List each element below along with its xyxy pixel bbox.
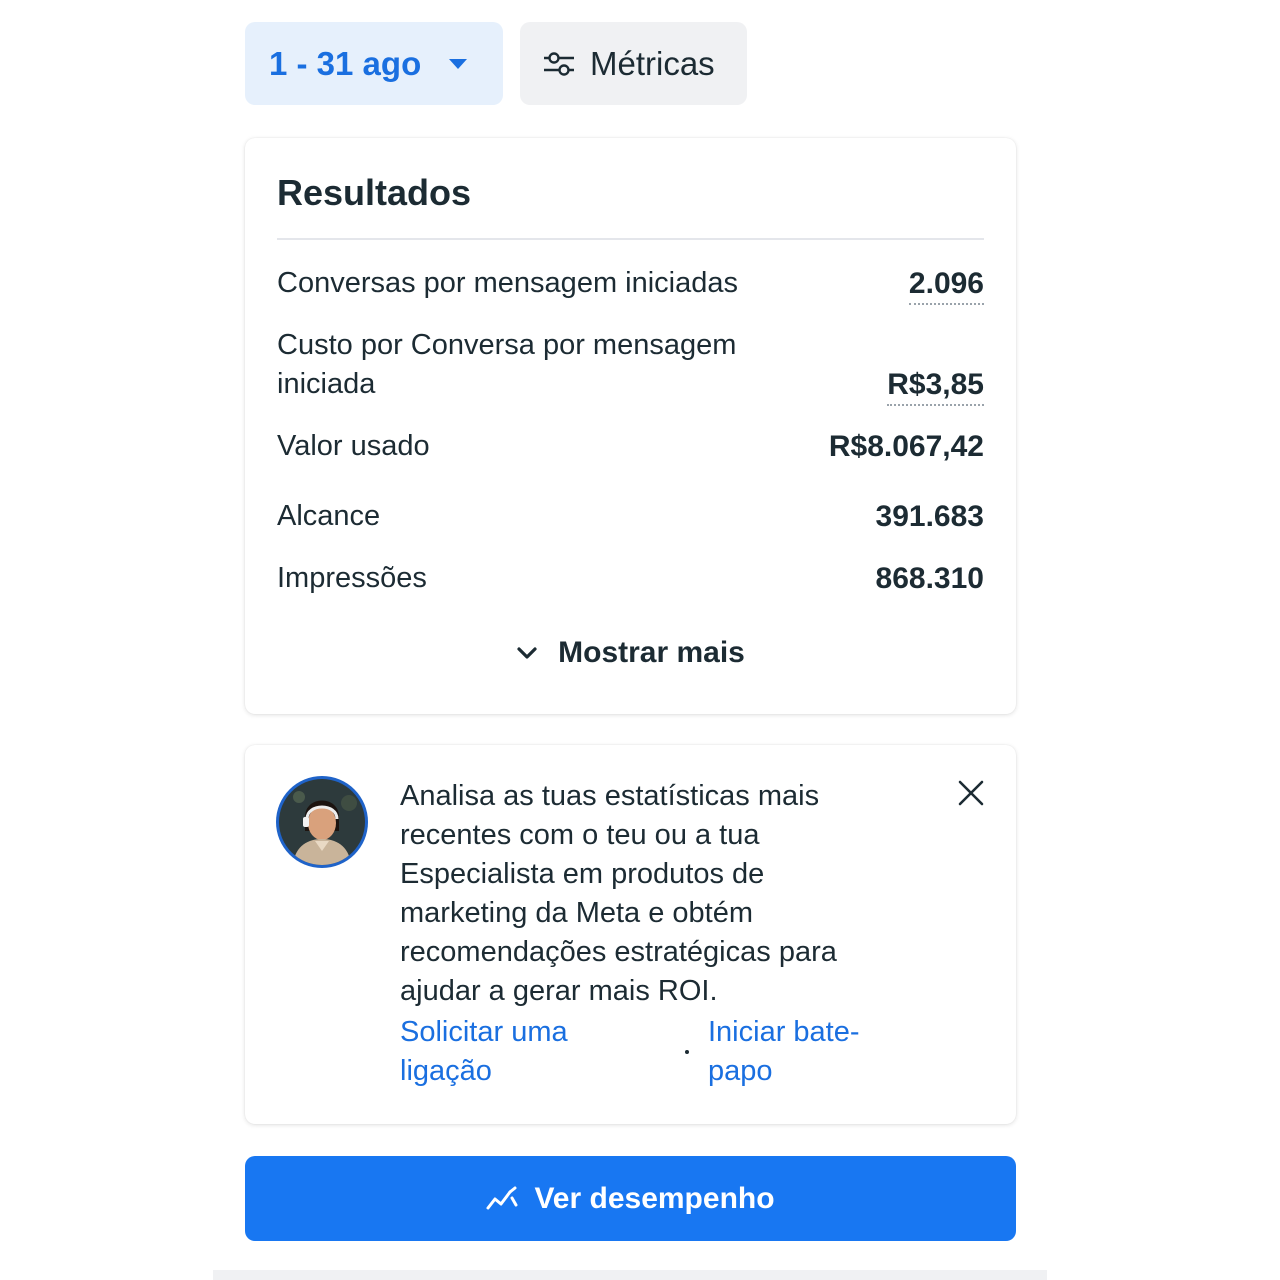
trend-line-icon [486, 1186, 518, 1209]
results-card: Resultados Conversas por mensagem inicia… [245, 138, 1016, 714]
bottom-divider [213, 1270, 1047, 1280]
metric-value[interactable]: R$3,85 [887, 365, 984, 406]
ads-results-screen: 1 - 31 ago Métricas Resultados Conversas… [0, 0, 1280, 1280]
view-performance-label: Ver desempenho [534, 1181, 775, 1215]
specialist-promo-card: Analisa as tuas estatísticas mais recent… [245, 745, 1016, 1124]
close-button[interactable] [956, 778, 986, 808]
metrics-label: Métricas [590, 44, 715, 82]
metric-value: R$8.067,42 [828, 430, 984, 463]
request-call-link[interactable]: Solicitar uma ligação [400, 1013, 630, 1091]
date-range-label: 1 - 31 ago [269, 44, 422, 82]
separator-dot [685, 1050, 689, 1054]
metric-value: 868.310 [875, 562, 984, 595]
avatar [276, 776, 368, 868]
metric-label: Alcance [277, 500, 381, 532]
metric-value[interactable]: 2.096 [908, 264, 984, 305]
metric-label: Valor usado [277, 430, 430, 462]
metric-label: Custo por Conversa por mensagem iniciada [277, 329, 737, 400]
show-more-label: Mostrar mais [558, 636, 745, 669]
caret-down-icon [449, 58, 468, 69]
show-more-button[interactable]: Mostrar mais [245, 636, 1016, 670]
metric-label: Impressões [277, 562, 427, 594]
chevron-down-icon [517, 647, 537, 659]
divider [277, 238, 984, 240]
results-title: Resultados [277, 172, 472, 213]
promo-text: Analisa as tuas estatísticas mais recent… [400, 780, 837, 1007]
view-performance-button[interactable]: Ver desempenho [245, 1156, 1016, 1241]
start-chat-link[interactable]: Iniciar bate-papo [708, 1013, 898, 1091]
close-icon [958, 780, 984, 806]
metric-label: Conversas por mensagem iniciadas [277, 267, 738, 299]
sliders-icon [544, 51, 574, 76]
metric-value: 391.683 [875, 500, 984, 533]
date-range-dropdown[interactable]: 1 - 31 ago [245, 22, 503, 105]
metrics-button[interactable]: Métricas [520, 22, 747, 105]
